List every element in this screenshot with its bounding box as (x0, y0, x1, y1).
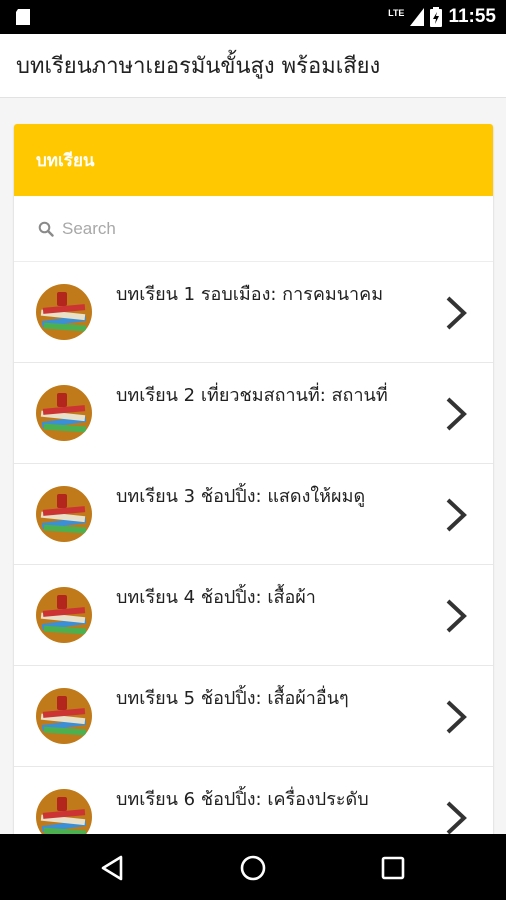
search-icon (38, 221, 54, 237)
network-type: LTE (388, 8, 405, 18)
lesson-label: บทเรียน 4 ช้อปปิ้ง: เสื้อผ้า (116, 587, 316, 608)
lesson-thumbnail (36, 486, 92, 542)
card-header: บทเรียน (14, 124, 493, 196)
home-icon[interactable] (238, 853, 268, 883)
lesson-label: บทเรียน 1 รอบเมือง: การคมนาคม (116, 284, 384, 305)
chevron-right-icon (446, 397, 467, 431)
lesson-card: บทเรียน บทเรียน 1 รอ (14, 124, 493, 834)
lesson-item-6[interactable]: บทเรียน 6 ช้อปปิ้ง: เครื่องประดับ (14, 767, 493, 834)
back-icon[interactable] (98, 853, 128, 883)
navigation-bar (0, 834, 506, 900)
lesson-thumbnail (36, 688, 92, 744)
sd-card-icon (16, 9, 30, 25)
lesson-item-5[interactable]: บทเรียน 5 ช้อปปิ้ง: เสื้อผ้าอื่นๆ (14, 666, 493, 767)
lesson-list: บทเรียน 1 รอบเมือง: การคมนาคม บทเรียน 2 … (14, 262, 493, 834)
signal-icon (410, 8, 425, 26)
lesson-label: บทเรียน 6 ช้อปปิ้ง: เครื่องประดับ (116, 789, 369, 810)
content-area[interactable]: บทเรียน บทเรียน 1 รอ (0, 98, 506, 834)
chevron-right-icon (446, 700, 467, 734)
chevron-right-icon (446, 599, 467, 633)
chevron-right-icon (446, 498, 467, 532)
chevron-right-icon (446, 296, 467, 330)
chevron-right-icon (446, 801, 467, 834)
lesson-item-2[interactable]: บทเรียน 2 เที่ยวชมสถานที่: สถานที่ (14, 363, 493, 464)
lesson-label: บทเรียน 5 ช้อปปิ้ง: เสื้อผ้าอื่นๆ (116, 688, 349, 709)
search-bar[interactable] (14, 196, 493, 262)
status-bar: LTE 11:55 (0, 0, 506, 34)
lesson-thumbnail (36, 385, 92, 441)
card-header-title: บทเรียน (36, 150, 95, 171)
lesson-item-1[interactable]: บทเรียน 1 รอบเมือง: การคมนาคม (14, 262, 493, 363)
lesson-label: บทเรียน 3 ช้อปปิ้ง: แสดงให้ผมดู (116, 486, 366, 507)
battery-icon (430, 7, 443, 27)
app-title: บทเรียนภาษาเยอรมันขั้นสูง พร้อมเสียง (16, 54, 381, 79)
app-bar: บทเรียนภาษาเยอรมันขั้นสูง พร้อมเสียง (0, 34, 506, 98)
lesson-item-3[interactable]: บทเรียน 3 ช้อปปิ้ง: แสดงให้ผมดู (14, 464, 493, 565)
lesson-thumbnail (36, 789, 92, 834)
lesson-label: บทเรียน 2 เที่ยวชมสถานที่: สถานที่ (116, 385, 388, 406)
lesson-thumbnail (36, 284, 92, 340)
recents-icon[interactable] (378, 853, 408, 883)
search-input[interactable] (62, 218, 442, 239)
lesson-item-4[interactable]: บทเรียน 4 ช้อปปิ้ง: เสื้อผ้า (14, 565, 493, 666)
lesson-thumbnail (36, 587, 92, 643)
clock: 11:55 (448, 6, 496, 27)
